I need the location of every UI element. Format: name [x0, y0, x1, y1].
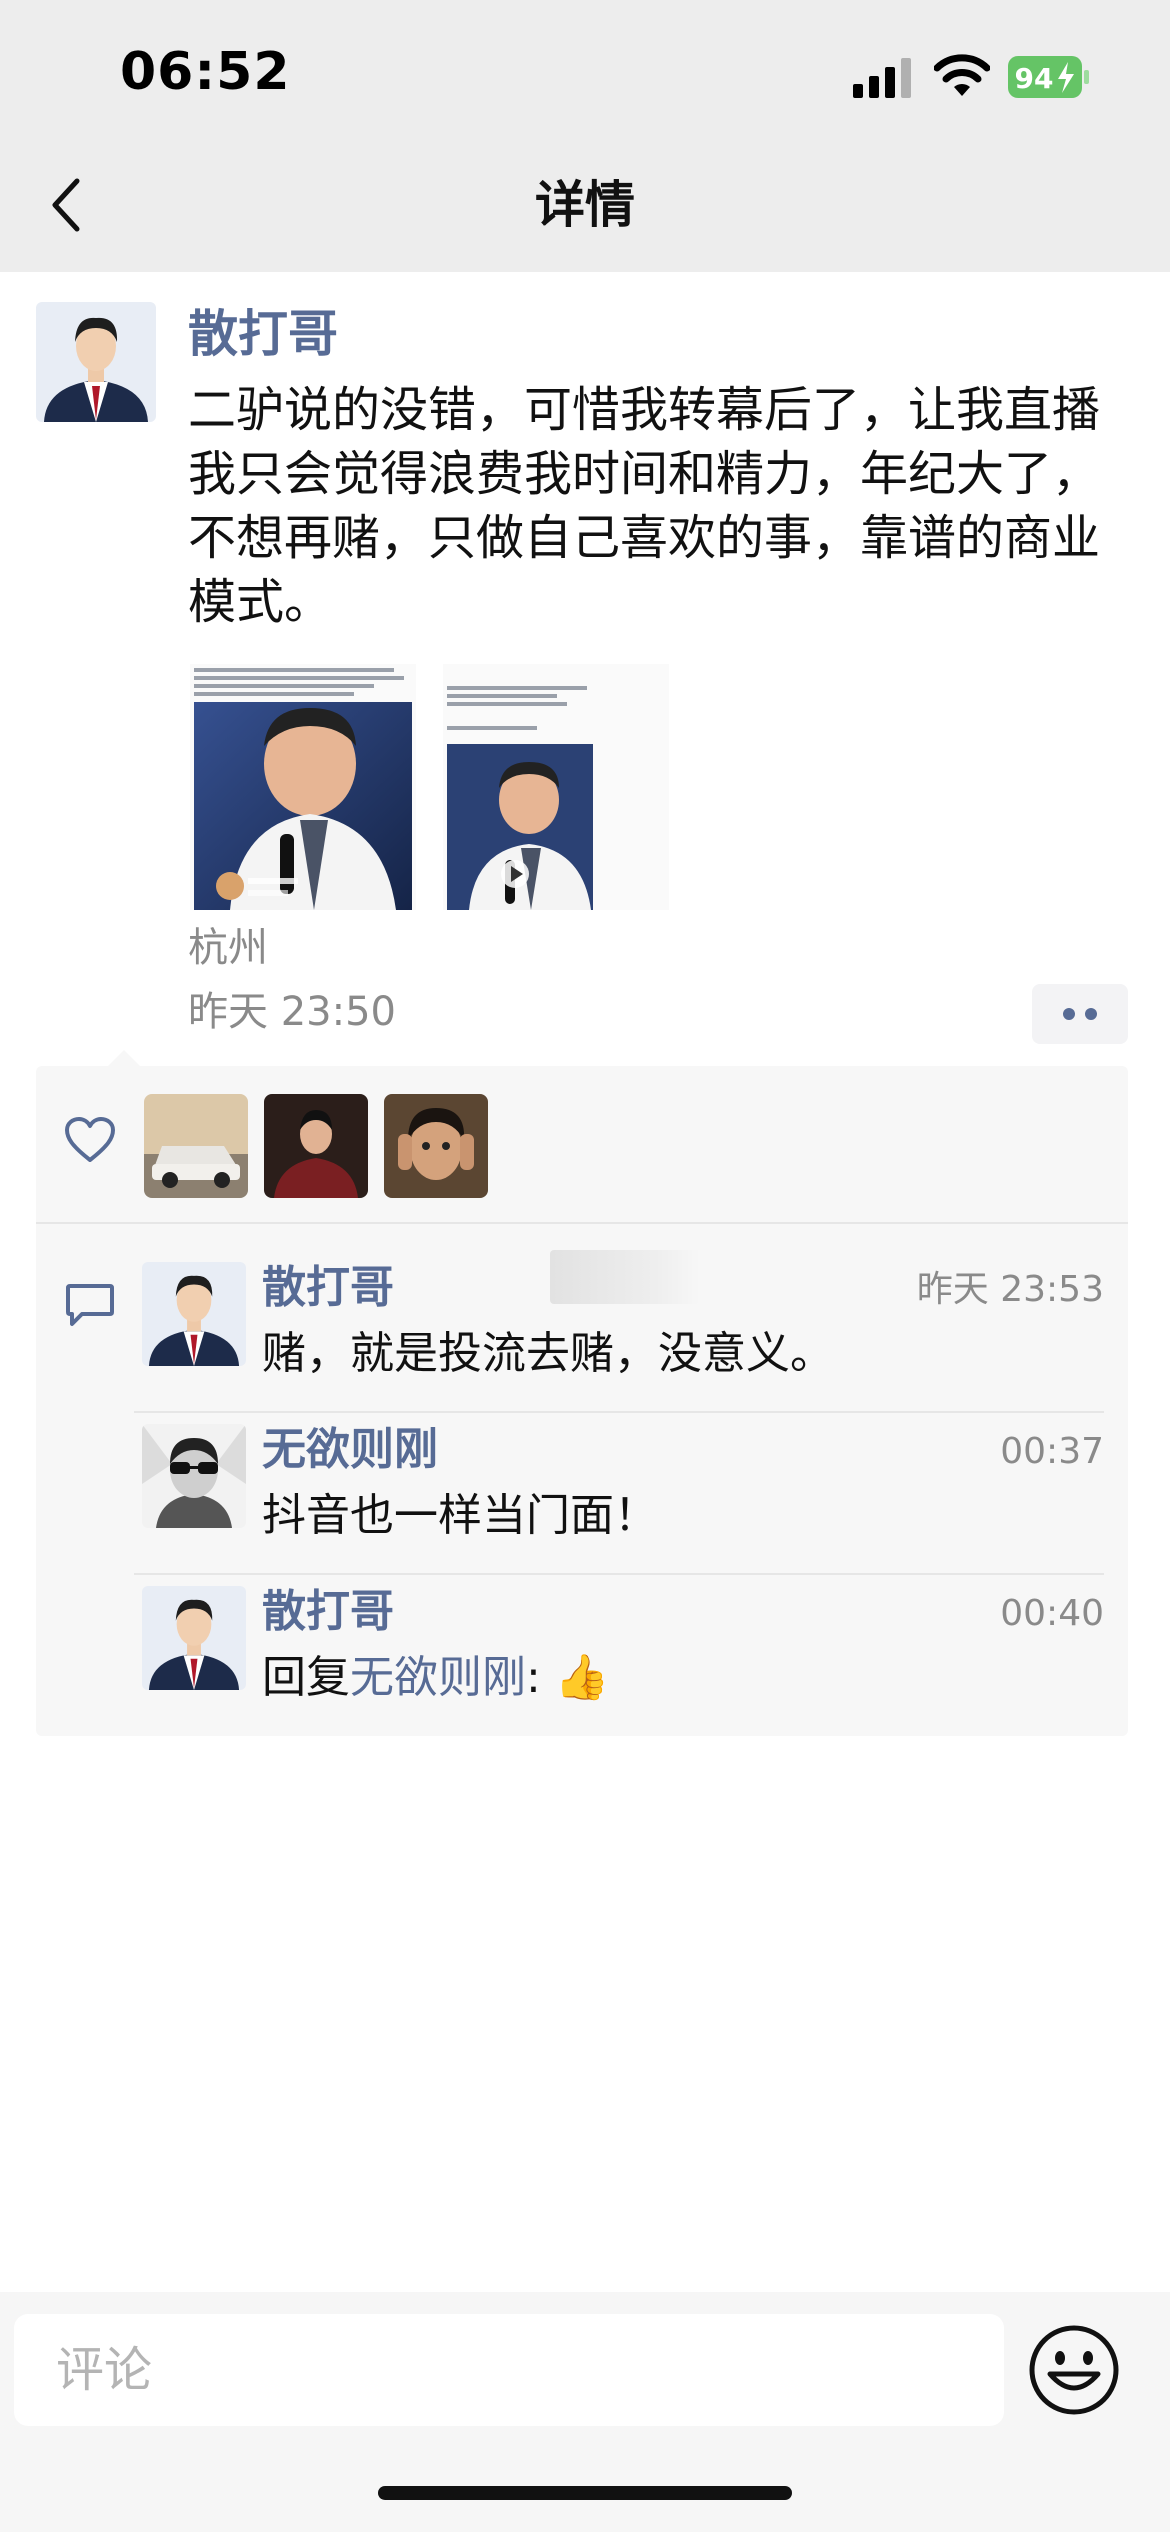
- battery-level: 94: [1015, 62, 1054, 95]
- commenter-name[interactable]: 无欲则刚: [262, 1420, 438, 1480]
- liker-avatar[interactable]: [264, 1094, 368, 1198]
- comment-item[interactable]: 散打哥 00:40 回复无欲则刚: 👍: [142, 1586, 1104, 1744]
- post-timestamp: 昨天 23:50: [188, 989, 396, 1035]
- more-dot-icon: [1063, 1008, 1075, 1020]
- commenter-name[interactable]: 散打哥: [262, 1582, 394, 1642]
- reply-prefix: 回复: [262, 1652, 350, 1703]
- post-image-2[interactable]: [443, 664, 669, 910]
- commenter-avatar[interactable]: [142, 1424, 246, 1528]
- liker-avatar[interactable]: [144, 1094, 248, 1198]
- liker-avatar[interactable]: [384, 1094, 488, 1198]
- comment-text: 抖音也一样当门面！: [262, 1490, 658, 1541]
- comment-time: 00:37: [1000, 1431, 1104, 1472]
- comment-divider: [134, 1411, 1104, 1413]
- battery-icon: 94: [1008, 56, 1089, 98]
- post-image-1[interactable]: [190, 664, 416, 910]
- comment-input[interactable]: [14, 2314, 1004, 2426]
- reply-mention[interactable]: 无欲则刚: [350, 1652, 526, 1703]
- page-title: 详情: [535, 176, 635, 234]
- commenter-avatar[interactable]: [142, 1586, 246, 1690]
- interaction-panel: 散打哥 昨天 23:53 赌，就是投流去赌，没意义。 无欲则刚 00:37 抖音…: [36, 1050, 1128, 1736]
- comment-text: 赌，就是投流去赌，没意义。: [262, 1328, 834, 1379]
- panel-divider: [36, 1222, 1128, 1224]
- post-location[interactable]: 杭州: [188, 920, 268, 976]
- author-avatar[interactable]: [36, 302, 156, 422]
- commenter-name[interactable]: 散打哥: [262, 1258, 394, 1318]
- comment-text: 回复无欲则刚: 👍: [262, 1646, 610, 1710]
- comment-divider: [134, 1573, 1104, 1575]
- wifi-icon: [934, 54, 990, 96]
- post-text: 二驴说的没错，可惜我转幕后了，让我直播我只会觉得浪费我时间和精力，年纪大了，不想…: [188, 382, 1101, 630]
- comment-time: 昨天 23:53: [916, 1269, 1104, 1310]
- emoji-icon[interactable]: [1026, 2322, 1122, 2418]
- home-indicator: [378, 2486, 792, 2500]
- more-actions-button[interactable]: [1032, 984, 1128, 1044]
- comment-time: 00:40: [1000, 1593, 1104, 1634]
- reply-separator: :: [526, 1652, 541, 1703]
- thumbs-up-icon: 👍: [554, 1652, 610, 1703]
- status-time: 06:52: [120, 42, 291, 102]
- more-dot-icon: [1085, 1008, 1097, 1020]
- comment-icon: [66, 1284, 114, 1326]
- comment-item[interactable]: 散打哥 昨天 23:53 赌，就是投流去赌，没意义。: [142, 1262, 1104, 1420]
- heart-icon: [65, 1117, 115, 1162]
- cellular-signal-icon: [853, 58, 911, 98]
- top-bar: 06:52 94 详情: [0, 0, 1170, 272]
- comment-item[interactable]: 无欲则刚 00:37 抖音也一样当门面！: [142, 1424, 1104, 1582]
- commenter-avatar[interactable]: [142, 1262, 246, 1366]
- post-author-name[interactable]: 散打哥: [188, 300, 338, 368]
